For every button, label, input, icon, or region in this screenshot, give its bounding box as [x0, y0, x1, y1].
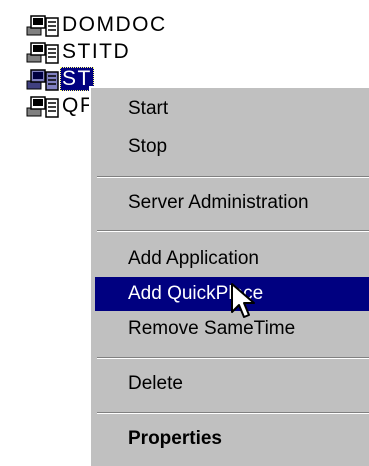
server-computer-icon: [26, 69, 59, 91]
menu-item-server-administration[interactable]: Server Administration: [95, 186, 369, 220]
menu-item-properties[interactable]: Properties: [95, 422, 369, 456]
server-computer-icon: [26, 42, 59, 64]
menu-item-start[interactable]: Start: [95, 92, 369, 126]
menu-item-delete[interactable]: Delete: [95, 367, 369, 401]
menu-item-label: Stop: [128, 136, 168, 157]
menu-item-label: Remove SameTime: [128, 318, 296, 339]
menu-item-label: Delete: [128, 373, 183, 394]
menu-separator: [97, 412, 369, 414]
server-computer-icon: [26, 15, 59, 37]
menu-item-label: Add Application: [128, 248, 259, 269]
menu-item-label: Server Administration: [128, 192, 309, 213]
tree-item-label: STITD: [62, 40, 131, 63]
server-computer-icon: [26, 96, 59, 118]
menu-item-stop[interactable]: Stop: [95, 130, 369, 164]
menu-separator: [97, 357, 369, 359]
menu-item-label: Properties: [128, 428, 222, 449]
menu-item-label: Start: [128, 98, 169, 119]
menu-separator: [97, 230, 369, 232]
menu-separator: [97, 176, 369, 178]
menu-item-add-application[interactable]: Add Application: [95, 242, 369, 276]
arrow-pointer-icon: [231, 283, 255, 318]
context-menu: Start Stop Server Administration Add App…: [89, 86, 369, 466]
tree-item-label: DOMDOC: [62, 13, 167, 36]
